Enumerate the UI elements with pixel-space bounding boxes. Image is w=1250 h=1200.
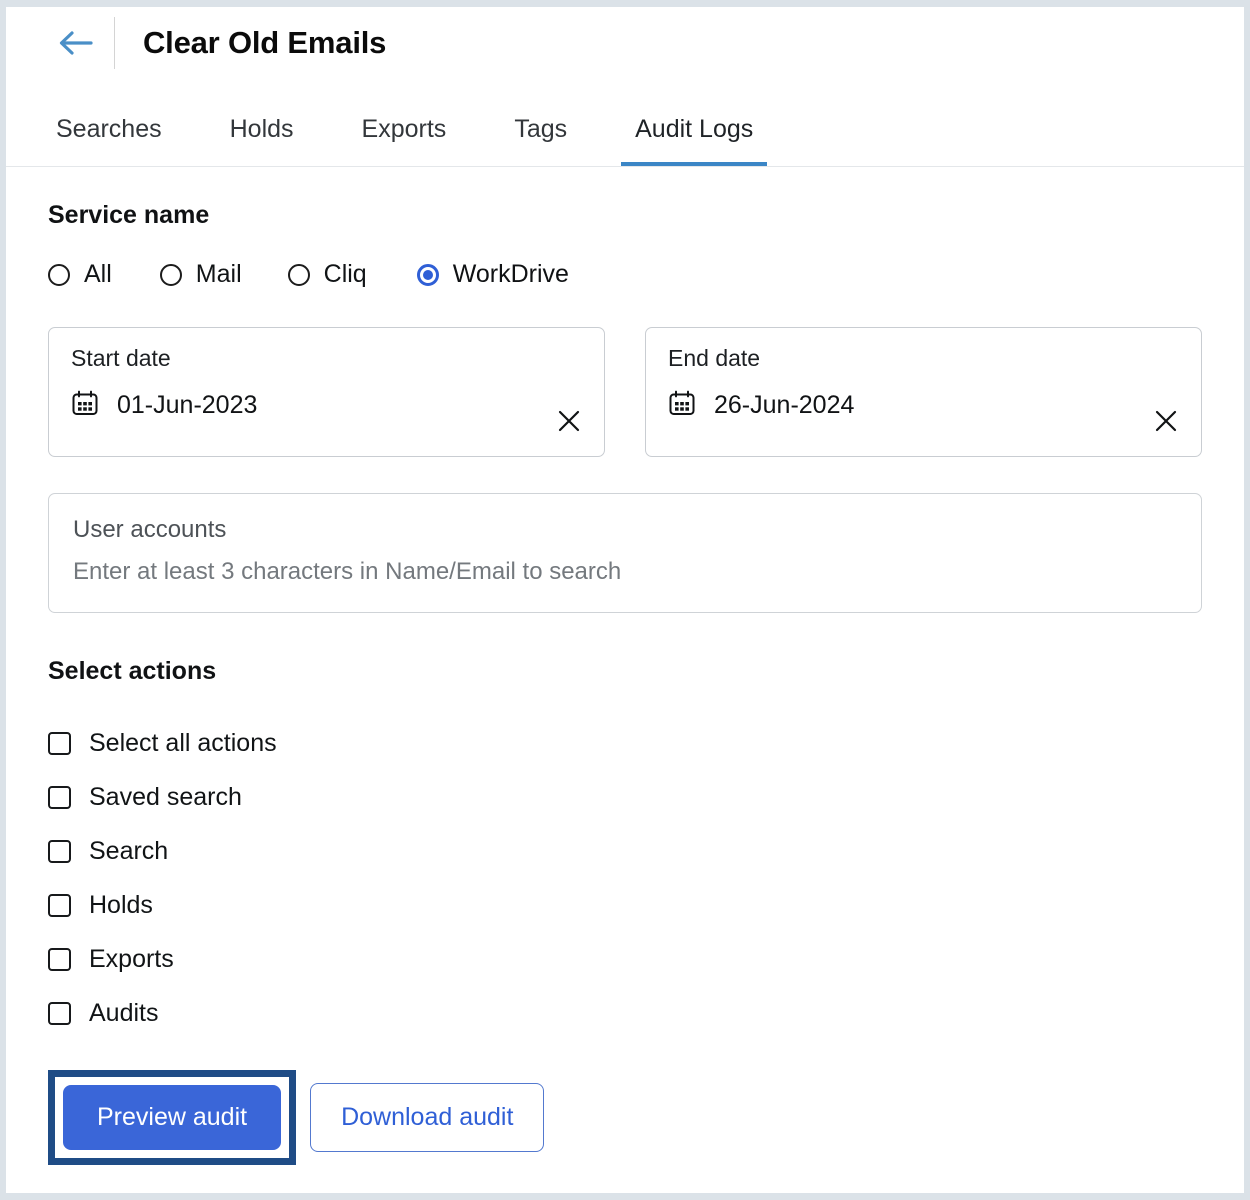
checkbox-label: Search [89, 836, 169, 865]
checkbox-holds[interactable]: Holds [48, 878, 1202, 932]
start-date-field[interactable]: Start date 01-Jun-2023 [48, 327, 605, 457]
audit-logs-panel: Service name All Mail Cliq WorkDrive Sta… [6, 167, 1244, 1165]
radio-label-workdrive: WorkDrive [452, 260, 569, 288]
radio-circle-selected-icon [416, 263, 439, 286]
checkbox-icon [48, 785, 71, 809]
checkbox-icon [48, 731, 71, 755]
action-button-row: Preview audit Download audit [48, 1064, 1202, 1165]
checkbox-saved-search[interactable]: Saved search [48, 770, 1202, 824]
radio-label-all: All [84, 260, 112, 288]
checkbox-label: Select all actions [89, 728, 277, 757]
checkbox-audits[interactable]: Audits [48, 986, 1202, 1040]
download-audit-button[interactable]: Download audit [310, 1083, 545, 1152]
tab-holds[interactable]: Holds [216, 115, 308, 166]
user-accounts-field[interactable]: User accounts Enter at least 3 character… [48, 493, 1202, 613]
radio-option-workdrive[interactable]: WorkDrive [416, 260, 569, 289]
end-date-value-line: 26-Jun-2024 [668, 389, 1179, 422]
radio-option-cliq[interactable]: Cliq [287, 260, 367, 289]
checkbox-search[interactable]: Search [48, 824, 1202, 878]
checkbox-label: Exports [89, 944, 174, 973]
checkbox-select-all-actions[interactable]: Select all actions [48, 716, 1202, 770]
service-name-heading: Service name [48, 201, 210, 229]
checkbox-icon [48, 947, 71, 971]
preview-audit-button[interactable]: Preview audit [63, 1085, 282, 1150]
radio-circle-icon [159, 263, 182, 286]
page-header: Clear Old Emails [6, 7, 1244, 79]
calendar-icon [668, 389, 696, 422]
tab-searches[interactable]: Searches [42, 115, 176, 166]
start-date-value-line: 01-Jun-2023 [71, 389, 582, 422]
radio-label-cliq: Cliq [323, 260, 367, 288]
date-range-row: Start date 01-Jun-2023 End date 26-Jun-2… [48, 327, 1202, 457]
tab-bar: Searches Holds Exports Tags Audit Logs [6, 79, 1244, 167]
tab-exports[interactable]: Exports [348, 115, 461, 166]
service-name-radio-group: All Mail Cliq WorkDrive [48, 260, 1202, 289]
user-accounts-label: User accounts [73, 516, 227, 543]
end-date-clear-icon[interactable] [1153, 408, 1179, 434]
user-accounts-input[interactable]: Enter at least 3 characters in Name/Emai… [73, 558, 1177, 586]
page-title: Clear Old Emails [143, 25, 387, 60]
checkbox-icon [48, 893, 71, 917]
header-divider [114, 17, 115, 69]
tab-tags[interactable]: Tags [500, 115, 581, 166]
select-actions-list: Select all actions Saved search Search H… [48, 716, 1202, 1040]
start-date-clear-icon[interactable] [556, 408, 582, 434]
radio-label-mail: Mail [195, 260, 242, 288]
radio-circle-icon [287, 263, 310, 286]
start-date-value: 01-Jun-2023 [117, 391, 258, 419]
back-arrow-icon[interactable] [48, 21, 102, 65]
preview-audit-highlight: Preview audit [48, 1070, 297, 1165]
tab-audit-logs[interactable]: Audit Logs [621, 115, 768, 166]
select-actions-heading: Select actions [48, 657, 217, 685]
radio-option-mail[interactable]: Mail [159, 260, 242, 289]
checkbox-icon [48, 1001, 71, 1025]
radio-option-all[interactable]: All [48, 260, 112, 289]
checkbox-label: Audits [89, 998, 159, 1027]
app-window: Clear Old Emails Searches Holds Exports … [0, 0, 1250, 1200]
checkbox-icon [48, 839, 71, 863]
checkbox-label: Holds [89, 890, 153, 919]
checkbox-label: Saved search [89, 782, 242, 811]
radio-circle-icon [48, 263, 70, 286]
calendar-icon [71, 389, 99, 422]
checkbox-exports[interactable]: Exports [48, 932, 1202, 986]
start-date-label: Start date [71, 345, 171, 371]
end-date-field[interactable]: End date 26-Jun-2024 [645, 327, 1202, 457]
end-date-label: End date [668, 345, 761, 371]
end-date-value: 26-Jun-2024 [714, 391, 855, 419]
